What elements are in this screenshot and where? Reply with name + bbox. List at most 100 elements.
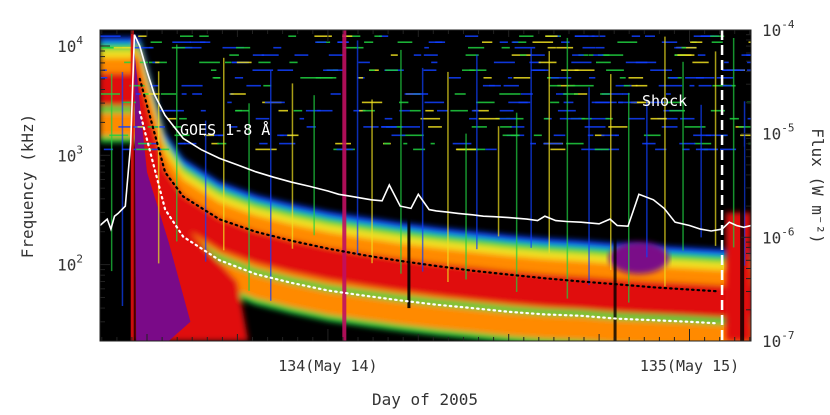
y-tick-label-right: 10-7: [762, 329, 795, 351]
spike: [497, 126, 500, 237]
y-tick-label-right-exponent: -6: [781, 225, 794, 238]
noise-segment: [468, 46, 485, 49]
noise-segment: [661, 126, 678, 128]
noise-segment: [401, 126, 420, 128]
noise-segment: [384, 117, 393, 120]
noise-segment: [314, 35, 332, 37]
noise-segment: [469, 117, 477, 120]
noise-segment: [514, 46, 536, 49]
noise-segment: [199, 35, 209, 37]
y-tick-label-left-exponent: 4: [76, 34, 83, 47]
noise-segment: [747, 117, 751, 120]
noise-segment: [483, 77, 492, 79]
noise-segment: [628, 117, 645, 120]
spike: [628, 92, 630, 303]
noise-segment: [192, 93, 202, 95]
noise-segment: [277, 69, 294, 71]
noise-segment: [550, 148, 566, 151]
noise-segment: [697, 54, 706, 56]
spike: [700, 104, 702, 238]
spike: [714, 51, 717, 246]
noise-segment: [680, 117, 695, 120]
noise-segment: [180, 35, 194, 37]
noise-segment: [437, 109, 448, 112]
noise-segment: [264, 101, 285, 104]
noise-segment: [623, 84, 630, 87]
noise-segment: [485, 148, 497, 151]
noise-segment: [618, 101, 637, 104]
noise-segment: [748, 41, 751, 43]
noise-segment: [747, 69, 751, 71]
noise-segment: [689, 84, 695, 87]
noise-segment: [150, 41, 162, 43]
noise-segment: [532, 41, 554, 43]
noise-segment: [390, 54, 398, 56]
spike: [476, 54, 478, 250]
noise-segment: [635, 84, 648, 87]
x-tick-label: 135(May 15): [640, 357, 739, 375]
noise-segment: [452, 142, 472, 145]
noise-segment: [674, 46, 683, 49]
noise-segment: [225, 61, 232, 64]
spike: [610, 74, 612, 271]
noise-segment: [278, 109, 288, 112]
y-tick-label-right-exponent: -4: [781, 18, 795, 31]
noise-segment: [403, 142, 408, 145]
noise-segment: [181, 93, 187, 95]
noise-segment: [299, 117, 305, 120]
noise-segment: [413, 54, 422, 56]
noise-segment: [589, 77, 596, 79]
noise-segment: [430, 142, 435, 145]
noise-segment: [572, 54, 584, 56]
noise-segment: [185, 46, 202, 49]
noise-segment: [374, 35, 382, 37]
noise-segment: [553, 134, 566, 137]
spike: [732, 38, 735, 248]
noise-segment: [724, 61, 729, 64]
noise-segment: [721, 69, 740, 71]
noise-segment: [363, 126, 379, 128]
noise-segment: [217, 142, 227, 145]
noise-segment: [450, 109, 468, 112]
noise-segment: [428, 41, 446, 43]
annotation-goes: GOES 1-8 Å: [180, 120, 270, 139]
noise-segment: [520, 54, 527, 56]
noise-segment: [431, 61, 438, 64]
noise-segment: [181, 84, 203, 87]
noise-segment: [588, 54, 594, 56]
y-tick-label-right: 10-4: [762, 18, 795, 40]
noise-segment: [500, 126, 512, 128]
noise-segment: [563, 101, 574, 104]
y-tick-label-right: 10-6: [762, 225, 795, 247]
noise-segment: [214, 77, 221, 79]
noise-segment: [601, 134, 618, 137]
data-gap: [740, 146, 745, 341]
noise-segment: [605, 117, 613, 120]
noise-segment: [425, 109, 434, 112]
spike: [465, 133, 467, 280]
noise-segment: [628, 77, 644, 79]
noise-segment: [661, 41, 678, 43]
spike: [204, 120, 207, 262]
y-axis-label-left: Frequency (kHz): [18, 114, 37, 259]
noise-segment: [343, 46, 364, 49]
noise-segment: [471, 109, 479, 112]
noise-segment: [252, 54, 265, 56]
spike: [515, 112, 518, 292]
noise-segment: [235, 109, 242, 112]
noise-segment: [550, 101, 560, 104]
noise-segment: [533, 69, 549, 71]
noise-segment: [136, 148, 154, 151]
noise-segment: [124, 61, 131, 64]
noise-segment: [358, 61, 370, 64]
noise-segment: [503, 84, 519, 87]
noise-segment: [690, 41, 703, 43]
noise-segment: [100, 77, 108, 79]
noise-segment: [482, 41, 493, 43]
noise-segment: [571, 61, 592, 64]
spike: [566, 37, 569, 299]
noise-segment: [547, 46, 556, 49]
noise-segment: [594, 148, 609, 151]
noise-segment: [423, 54, 438, 56]
noise-segment: [631, 35, 641, 37]
